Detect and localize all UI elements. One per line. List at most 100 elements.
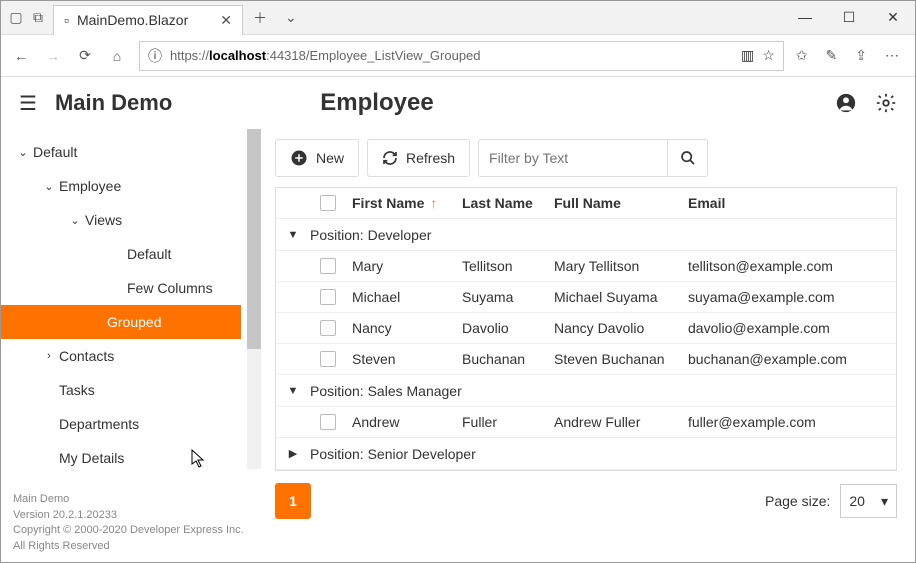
page-current[interactable]: 1 (275, 483, 311, 519)
page-size-select[interactable]: 20 ▾ (840, 484, 897, 518)
settings-icon[interactable] (875, 92, 897, 114)
cell-fullname: Steven Buchanan (548, 351, 682, 367)
toolbar: New Refresh (275, 139, 897, 177)
column-header-firstname[interactable]: First Name↑ (346, 195, 456, 211)
page-title: Employee (320, 89, 433, 117)
cell-firstname: Mary (346, 258, 456, 274)
tab-overflow-icon[interactable]: ⌄ (277, 9, 305, 26)
chevron-down-icon: ⌄ (13, 146, 33, 159)
share-icon[interactable]: ⇪ (855, 47, 867, 64)
forward-button: → (43, 48, 63, 64)
column-header-fullname[interactable]: Full Name (548, 195, 682, 211)
data-row[interactable]: NancyDavolioNancy Davoliodavolio@example… (276, 313, 896, 344)
cell-email: davolio@example.com (682, 320, 896, 336)
cell-lastname: Fuller (456, 414, 548, 430)
chevron-down-icon: ⌄ (39, 180, 59, 193)
tree-item-contacts[interactable]: ›Contacts (1, 339, 261, 373)
account-icon[interactable] (835, 92, 857, 114)
tree-item-departments[interactable]: Departments (1, 407, 261, 441)
new-button[interactable]: New (275, 139, 359, 177)
row-checkbox[interactable] (320, 320, 336, 336)
reading-view-icon[interactable]: ▥ (741, 47, 754, 64)
app-header: ☰ Main Demo Employee (1, 77, 915, 129)
cell-firstname: Steven (346, 351, 456, 367)
cell-firstname: Andrew (346, 414, 456, 430)
tree-item-mydetails[interactable]: My Details (1, 441, 261, 475)
data-row[interactable]: MaryTellitsonMary Tellitsontellitson@exa… (276, 251, 896, 282)
cell-email: tellitson@example.com (682, 258, 896, 274)
chevron-right-icon: › (39, 350, 59, 362)
cell-fullname: Nancy Davolio (548, 320, 682, 336)
tab-favicon: ▫ (64, 12, 69, 28)
new-tab-button[interactable]: ＋ (243, 8, 277, 28)
data-row[interactable]: AndrewFullerAndrew Fullerfuller@example.… (276, 407, 896, 438)
cell-email: fuller@example.com (682, 414, 896, 430)
tree-item-view-grouped[interactable]: Grouped (1, 305, 241, 339)
group-title: Position: Senior Developer (310, 446, 476, 462)
row-checkbox[interactable] (320, 258, 336, 274)
tab-activity-icon[interactable]: ⧉ (29, 9, 47, 26)
window-maximize-button[interactable]: ☐ (827, 9, 871, 26)
tree-item-tasks[interactable]: Tasks (1, 373, 261, 407)
tree-item-employee[interactable]: ⌄Employee (1, 169, 261, 203)
more-icon[interactable]: ⋯ (885, 47, 899, 64)
filter-input[interactable] (478, 139, 668, 177)
cell-firstname: Nancy (346, 320, 456, 336)
tab-group-icon[interactable]: ▢ (7, 9, 25, 26)
page-size-label: Page size: (765, 493, 830, 509)
url-text: https://localhost:44318/Employee_ListVie… (170, 48, 733, 63)
cell-lastname: Suyama (456, 289, 548, 305)
tree-item-default-root[interactable]: ⌄Default (1, 135, 261, 169)
chevron-down-icon: ▾ (881, 493, 888, 510)
refresh-icon (382, 150, 398, 166)
browser-tab-strip: ▢ ⧉ ▫ MainDemo.Blazor ✕ ＋ ⌄ ― ☐ ✕ (1, 1, 915, 35)
refresh-button[interactable]: Refresh (367, 139, 470, 177)
tree-item-view-default[interactable]: Default (1, 237, 261, 271)
cell-lastname: Buchanan (456, 351, 548, 367)
tree-item-view-fewcolumns[interactable]: Few Columns (1, 271, 261, 305)
plus-circle-icon (290, 149, 308, 167)
site-info-icon[interactable]: ⓘ (148, 46, 162, 66)
browser-toolbar: ← → ⟳ ⌂ ⓘ https://localhost:44318/Employ… (1, 35, 915, 77)
back-button[interactable]: ← (11, 48, 31, 64)
cell-lastname: Tellitson (456, 258, 548, 274)
group-row[interactable]: ▶Position: Senior Developer (276, 438, 896, 470)
scrollbar-thumb[interactable] (247, 129, 261, 349)
data-row[interactable]: StevenBuchananSteven Buchananbuchanan@ex… (276, 344, 896, 375)
group-row[interactable]: ▼Position: Sales Manager (276, 375, 896, 407)
column-header-email[interactable]: Email (682, 195, 896, 211)
cell-lastname: Davolio (456, 320, 548, 336)
cell-email: buchanan@example.com (682, 351, 896, 367)
notes-icon[interactable]: ✎ (826, 47, 838, 64)
favorite-icon[interactable]: ☆ (762, 47, 775, 64)
tree-item-views[interactable]: ⌄Views (1, 203, 261, 237)
select-all-checkbox[interactable] (320, 195, 336, 211)
window-minimize-button[interactable]: ― (783, 9, 827, 26)
hamburger-icon[interactable]: ☰ (19, 91, 37, 116)
browser-tab[interactable]: ▫ MainDemo.Blazor ✕ (53, 5, 243, 35)
row-checkbox[interactable] (320, 414, 336, 430)
group-title: Position: Developer (310, 227, 431, 243)
column-header-lastname[interactable]: Last Name (456, 195, 548, 211)
sort-asc-icon: ↑ (430, 195, 437, 211)
app-title: Main Demo (55, 90, 172, 116)
row-checkbox[interactable] (320, 289, 336, 305)
search-icon (680, 150, 696, 166)
footer-info: Main Demo Version 20.2.1.20233 Copyright… (13, 492, 244, 554)
close-tab-icon[interactable]: ✕ (220, 12, 232, 29)
group-row[interactable]: ▼Position: Developer (276, 219, 896, 251)
favorites-icon[interactable]: ✩ (796, 47, 808, 64)
refresh-button[interactable]: ⟳ (75, 47, 95, 64)
chevron-down-icon: ⌄ (65, 214, 85, 227)
address-bar[interactable]: ⓘ https://localhost:44318/Employee_ListV… (139, 41, 784, 71)
row-checkbox[interactable] (320, 351, 336, 367)
data-row[interactable]: MichaelSuyamaMichael Suyamasuyama@exampl… (276, 282, 896, 313)
pager: 1 Page size: 20 ▾ (275, 483, 897, 519)
cell-fullname: Mary Tellitson (548, 258, 682, 274)
cell-fullname: Michael Suyama (548, 289, 682, 305)
cell-firstname: Michael (346, 289, 456, 305)
search-button[interactable] (668, 139, 708, 177)
expand-down-icon: ▼ (276, 385, 310, 397)
home-button[interactable]: ⌂ (107, 48, 127, 64)
window-close-button[interactable]: ✕ (871, 9, 915, 26)
